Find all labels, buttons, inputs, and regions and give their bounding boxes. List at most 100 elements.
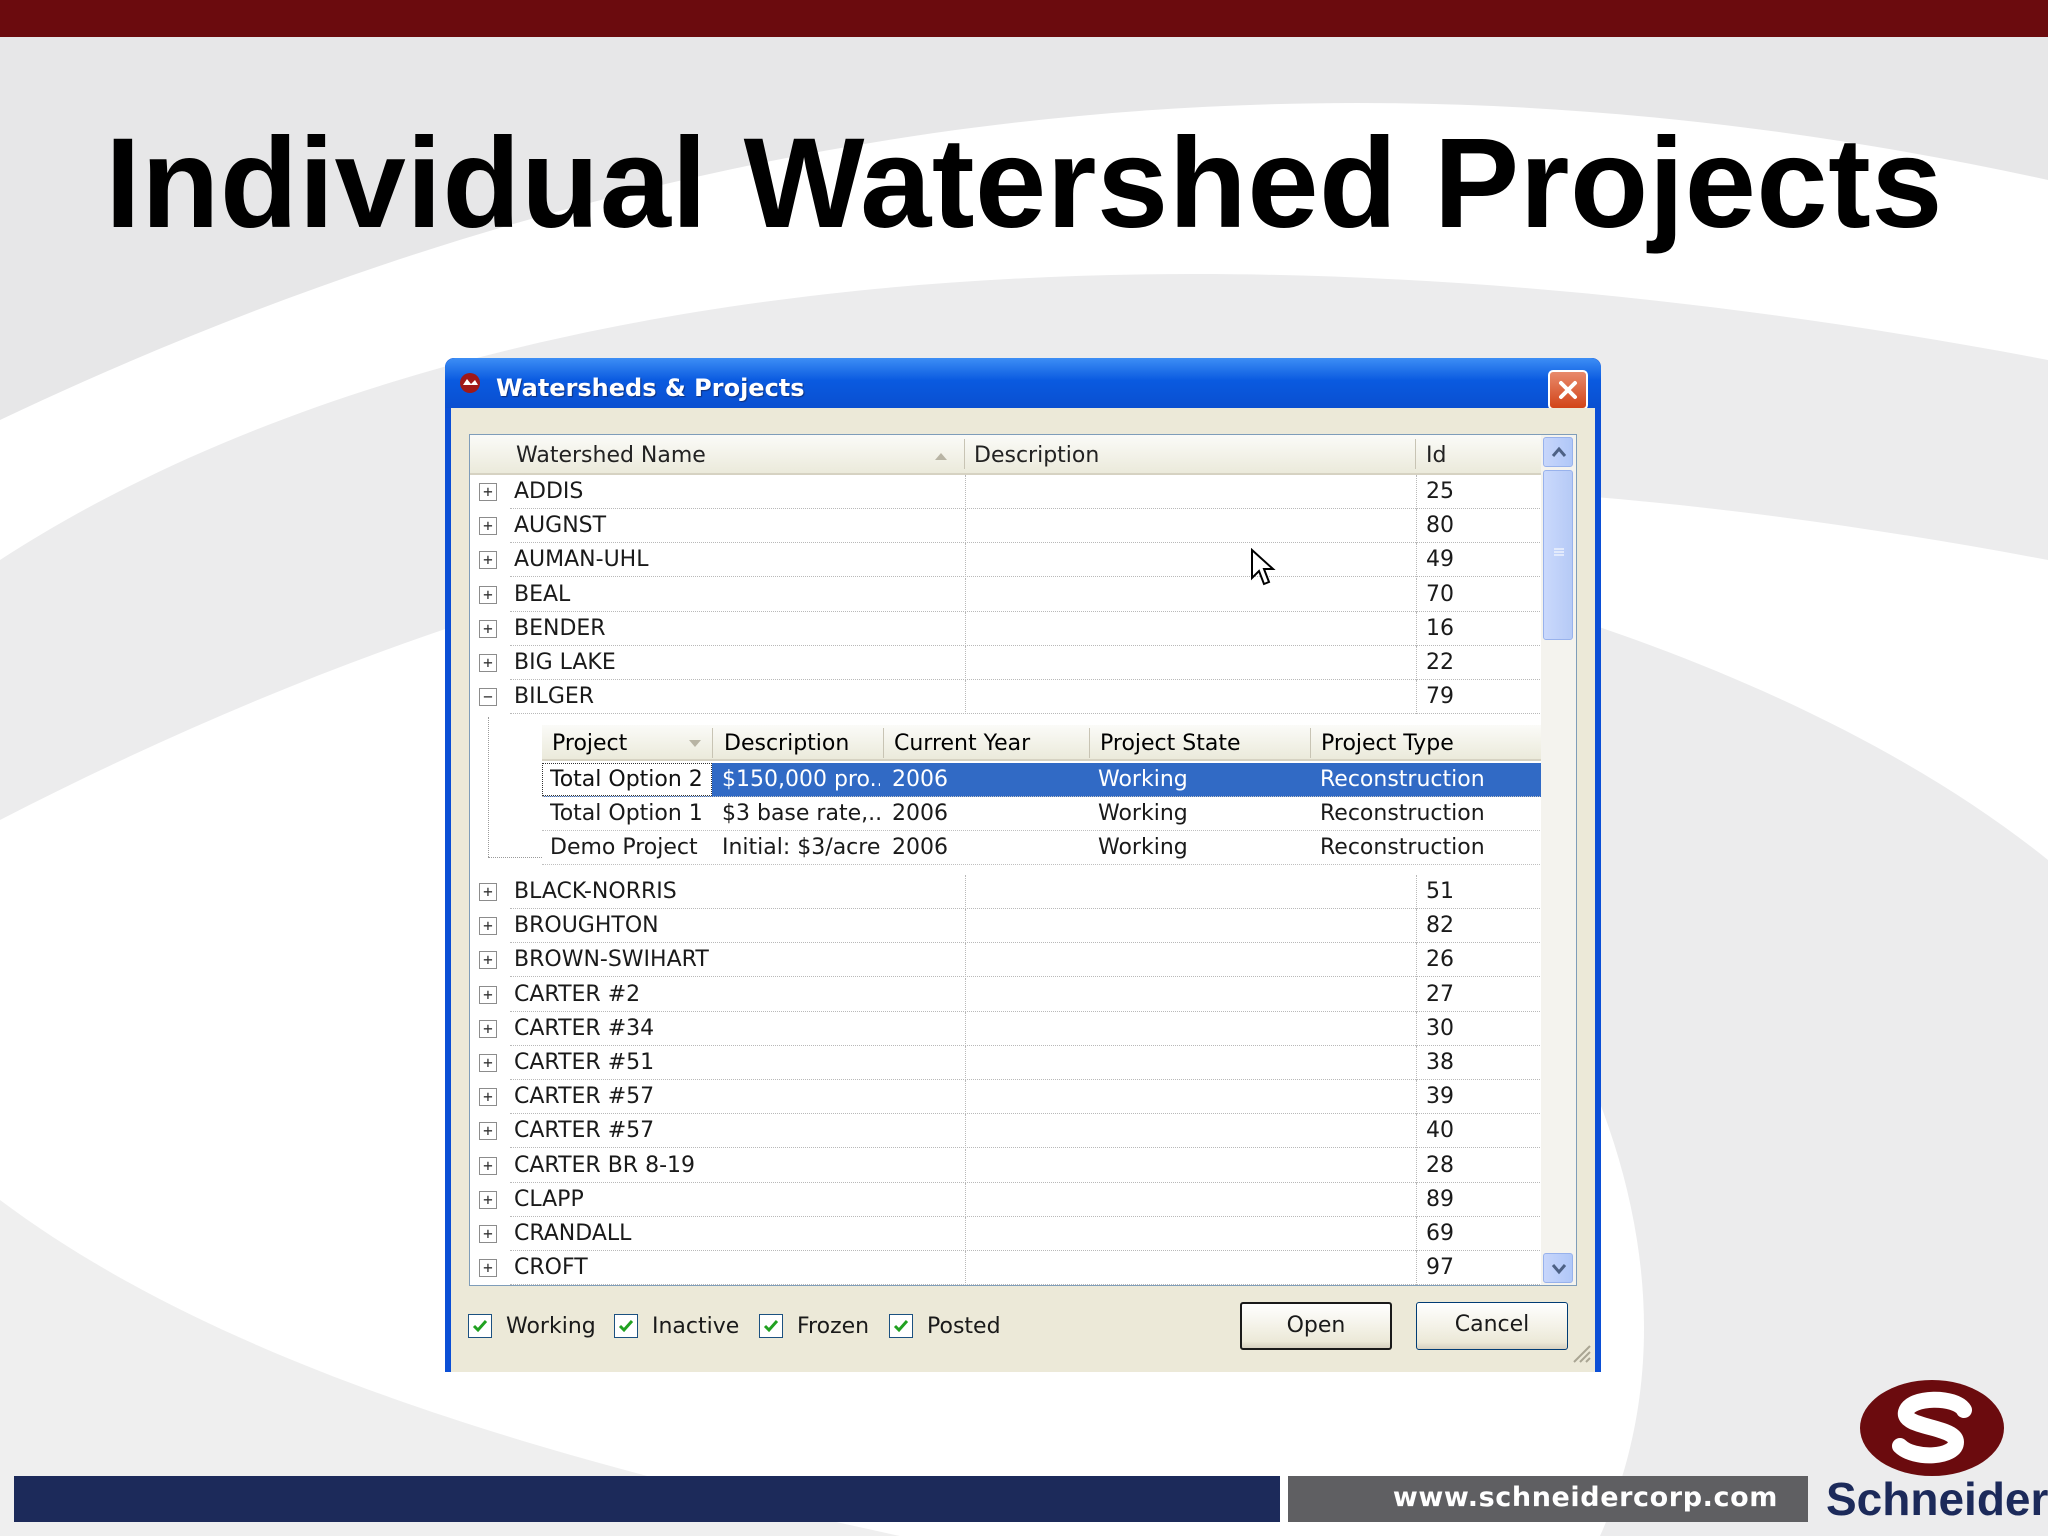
footer-url: www.schneidercorp.com — [1392, 1482, 1778, 1513]
watershed-row[interactable]: + ADDIS 25 — [470, 475, 1542, 509]
filter-posted-checkbox[interactable] — [889, 1314, 913, 1338]
watershed-id: 82 — [1426, 913, 1454, 939]
watershed-id: 49 — [1426, 547, 1454, 573]
expand-icon[interactable]: + — [479, 619, 497, 638]
filter-inactive-label[interactable]: Inactive — [652, 1314, 739, 1339]
tree-connector — [488, 857, 542, 858]
column-watershed-name[interactable]: Watershed Name — [516, 443, 706, 468]
project-row-selected[interactable]: Total Option 2 $150,000 pro... 2006 Working… — [542, 763, 1546, 797]
watershed-row[interactable]: + CARTER BR 8-19 28 — [470, 1148, 1542, 1183]
project-description: $150,000 pro... — [722, 767, 880, 792]
watershed-id: 38 — [1426, 1050, 1454, 1075]
project-row[interactable]: Demo Project Initial: $3/acre... 2006 Worki… — [542, 831, 1546, 865]
watershed-id: 30 — [1426, 1015, 1454, 1041]
watershed-row[interactable]: + BROWN-SWIHART 26 — [470, 943, 1542, 978]
expand-icon[interactable]: + — [479, 883, 497, 901]
project-project: Demo Project — [550, 835, 698, 860]
watershed-id: 79 — [1426, 684, 1454, 710]
project-state: Working — [1098, 835, 1188, 860]
watershed-id: 27 — [1426, 981, 1454, 1007]
watershed-row[interactable]: + AUGNST 80 — [470, 509, 1542, 544]
watershed-row[interactable]: + BENDER 16 — [470, 611, 1542, 646]
watershed-name: CARTER #34 — [514, 1015, 655, 1041]
watershed-row[interactable]: + CROFT 97 — [470, 1251, 1542, 1285]
close-button[interactable] — [1548, 370, 1588, 410]
watershed-name: AUMAN-UHL — [514, 547, 649, 573]
watershed-id: 39 — [1426, 1084, 1454, 1110]
schneider-logo-icon — [1860, 1380, 2004, 1476]
watershed-row[interactable]: + CRANDALL 69 — [470, 1217, 1542, 1251]
watershed-name: BROUGHTON — [514, 913, 659, 939]
expand-icon[interactable]: + — [479, 1225, 497, 1243]
column-project-description[interactable]: Description — [724, 731, 849, 756]
expand-icon[interactable]: + — [479, 951, 497, 970]
checkmark-icon — [893, 1320, 909, 1333]
watershed-row[interactable]: + BIG LAKE 22 — [470, 646, 1542, 680]
expand-icon[interactable]: + — [479, 917, 497, 936]
column-project-type[interactable]: Project Type — [1321, 731, 1454, 756]
top-bar — [0, 0, 2048, 37]
column-project[interactable]: Project — [552, 731, 627, 756]
expand-icon[interactable]: + — [479, 1156, 497, 1175]
watershed-row[interactable]: + CARTER #51 38 — [470, 1046, 1542, 1080]
watershed-row[interactable]: + BEAL 70 — [470, 577, 1542, 612]
watershed-name: CARTER BR 8-19 — [514, 1152, 696, 1178]
column-current-year[interactable]: Current Year — [894, 731, 1030, 756]
watershed-name: CARTER #57 — [514, 1084, 655, 1110]
project-year: 2006 — [892, 835, 948, 860]
column-id[interactable]: Id — [1426, 443, 1446, 468]
watershed-row[interactable]: + AUMAN-UHL 49 — [470, 543, 1542, 578]
chevron-up-icon — [1551, 446, 1567, 457]
watershed-name: CRANDALL — [514, 1221, 632, 1246]
watershed-row[interactable]: + BROUGHTON 82 — [470, 909, 1542, 944]
resize-grip-icon[interactable] — [1568, 1340, 1592, 1364]
watershed-name: BIG LAKE — [514, 650, 616, 675]
watershed-row[interactable]: + CARTER #34 30 — [470, 1011, 1542, 1046]
filter-working-checkbox[interactable] — [468, 1314, 492, 1338]
collapse-icon[interactable]: − — [479, 688, 497, 707]
watershed-row[interactable]: + CARTER #57 39 — [470, 1080, 1542, 1115]
watershed-row[interactable]: + CLAPP 89 — [470, 1182, 1542, 1217]
watershed-name: CARTER #2 — [514, 981, 641, 1007]
watershed-row[interactable]: + CARTER #57 40 — [470, 1114, 1542, 1149]
app-icon — [460, 373, 480, 393]
filter-frozen-checkbox[interactable] — [759, 1314, 783, 1338]
watershed-grid[interactable]: Watershed Name Description Id + ADDIS 25 + A… — [469, 434, 1577, 1286]
expand-icon[interactable]: + — [479, 1054, 497, 1072]
column-description[interactable]: Description — [974, 443, 1099, 468]
expand-icon[interactable]: + — [479, 654, 497, 672]
project-description: Initial: $3/acre... — [722, 835, 880, 860]
expand-icon[interactable]: + — [479, 1122, 497, 1141]
watershed-row[interactable]: − BILGER 79 — [470, 680, 1542, 715]
watershed-id: 97 — [1426, 1255, 1454, 1281]
watershed-name: AUGNST — [514, 513, 607, 539]
scroll-down-button[interactable] — [1543, 1253, 1573, 1283]
watershed-row[interactable]: + BLACK-NORRIS 51 — [470, 875, 1542, 909]
expand-icon[interactable]: + — [479, 1019, 497, 1038]
filter-frozen-label[interactable]: Frozen — [797, 1314, 869, 1339]
watershed-id: 40 — [1426, 1118, 1454, 1144]
tree-connector — [488, 717, 489, 857]
open-button[interactable]: Open — [1240, 1302, 1392, 1350]
sort-ascending-icon — [935, 453, 947, 460]
expand-icon[interactable]: + — [479, 985, 497, 1004]
filter-working-label[interactable]: Working — [506, 1314, 596, 1339]
watershed-row[interactable]: + CARTER #2 27 — [470, 977, 1542, 1012]
expand-icon[interactable]: + — [479, 1190, 497, 1209]
expand-icon[interactable]: + — [479, 483, 497, 501]
cancel-button[interactable]: Cancel — [1416, 1302, 1568, 1350]
scroll-up-button[interactable] — [1543, 437, 1573, 467]
watershed-name: BENDER — [514, 615, 606, 641]
filter-posted-label[interactable]: Posted — [927, 1314, 1001, 1339]
scroll-thumb[interactable] — [1543, 470, 1573, 640]
filter-inactive-checkbox[interactable] — [614, 1314, 638, 1338]
expand-icon[interactable]: + — [479, 517, 497, 536]
expand-icon[interactable]: + — [479, 1088, 497, 1107]
column-project-state[interactable]: Project State — [1100, 731, 1241, 756]
project-description: $3 base rate,... — [722, 801, 880, 826]
expand-icon[interactable]: + — [479, 585, 497, 604]
expand-icon[interactable]: + — [479, 551, 497, 570]
expand-icon[interactable]: + — [479, 1259, 497, 1278]
project-table[interactable]: Project Description Current Year Project… — [542, 725, 1546, 875]
project-row[interactable]: Total Option 1 $3 base rate,... 2006 Workin… — [542, 797, 1546, 831]
